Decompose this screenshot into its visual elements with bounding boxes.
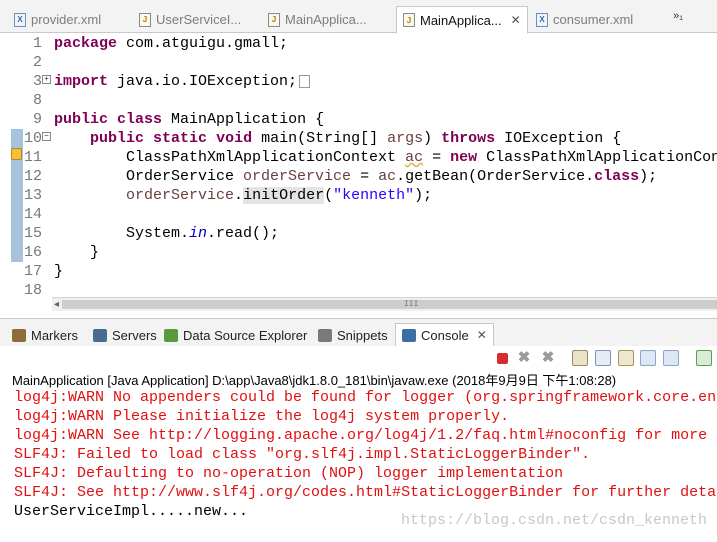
view-tab-label: Markers bbox=[31, 327, 78, 343]
console-error-line: log4j:WARN No appenders could be found f… bbox=[14, 389, 717, 406]
view-tab-servers[interactable]: Servers bbox=[93, 323, 157, 347]
line-number: 3 bbox=[32, 73, 42, 90]
console-error-line: SLF4J: Failed to load class "org.slf4j.i… bbox=[14, 446, 591, 463]
line-number: 17 bbox=[23, 263, 42, 280]
java-file-icon: J bbox=[139, 12, 151, 27]
xml-file-icon: X bbox=[536, 12, 548, 27]
editor-tab-label: provider.xml bbox=[31, 12, 102, 27]
editor-tab[interactable]: J UserServiceI... bbox=[133, 6, 257, 33]
close-tab-icon[interactable]: ✕ bbox=[511, 13, 521, 27]
editor-horizontal-scrollbar[interactable]: ◂ III bbox=[52, 297, 717, 311]
editor-tab-label: MainApplica... bbox=[420, 12, 502, 28]
clear-console-icon[interactable] bbox=[572, 350, 588, 366]
word-wrap-icon[interactable] bbox=[618, 350, 634, 366]
terminate-icon[interactable] bbox=[497, 353, 508, 364]
line-number: 13 bbox=[23, 187, 42, 204]
tab-overflow-icon[interactable]: »₁ bbox=[673, 10, 683, 22]
java-file-icon: J bbox=[268, 12, 280, 27]
java-file-icon: J bbox=[403, 13, 415, 27]
data-source-icon bbox=[164, 328, 178, 342]
view-tab-markers[interactable]: Markers bbox=[12, 323, 78, 347]
show-console-on-stderr-icon[interactable] bbox=[663, 350, 679, 366]
view-tab-label: Servers bbox=[112, 327, 157, 343]
line-number: 18 bbox=[23, 282, 42, 297]
snippets-icon bbox=[318, 328, 332, 342]
code-line[interactable]: } bbox=[54, 262, 63, 281]
code-line[interactable]: ClassPathXmlApplicationContext ac = new … bbox=[54, 148, 717, 167]
remove-all-launches-icon[interactable]: ✖ bbox=[540, 350, 556, 366]
editor-tab-label: consumer.xml bbox=[553, 12, 634, 27]
console-process-title: MainApplication [Java Application] D:\ap… bbox=[12, 373, 617, 388]
line-number: 14 bbox=[23, 206, 42, 223]
xml-file-icon: X bbox=[14, 12, 26, 27]
editor-tab-label: MainApplica... bbox=[285, 12, 367, 27]
servers-icon bbox=[93, 328, 107, 342]
console-error-line: SLF4J: See http://www.slf4j.org/codes.ht… bbox=[14, 484, 717, 501]
view-tab-console[interactable]: Console ✕ bbox=[395, 323, 494, 347]
markers-icon bbox=[12, 328, 26, 342]
close-view-icon[interactable]: ✕ bbox=[477, 328, 487, 342]
console-error-line: SLF4J: Defaulting to no-operation (NOP) … bbox=[14, 465, 564, 482]
code-line[interactable]: System.in.read(); bbox=[54, 224, 279, 243]
show-console-on-stdout-icon[interactable] bbox=[640, 350, 656, 366]
view-tab-label: Data Source Explorer bbox=[183, 327, 308, 343]
code-line[interactable]: public class MainApplication { bbox=[54, 110, 324, 129]
scroll-left-arrow-icon[interactable]: ◂ bbox=[54, 298, 59, 311]
view-tab-bar: Markers Servers Data Source Explorer Snippe… bbox=[0, 318, 717, 347]
view-tab-label: Snippets bbox=[337, 327, 388, 343]
code-line[interactable]: orderService.initOrder("kenneth"); bbox=[54, 186, 432, 205]
code-line[interactable]: public static void main(String[] args) t… bbox=[54, 129, 621, 148]
editor-tab-label: UserServiceI... bbox=[156, 12, 242, 27]
console-toolbar: ✖ ✖ bbox=[0, 346, 717, 370]
view-tab-data-source-explorer[interactable]: Data Source Explorer bbox=[164, 323, 307, 347]
fold-expand-icon[interactable]: + bbox=[42, 75, 51, 84]
line-number: 1 bbox=[32, 35, 42, 52]
line-number: 2 bbox=[32, 54, 42, 71]
editor-tab[interactable]: J MainApplica... bbox=[262, 6, 390, 33]
console-icon bbox=[402, 328, 416, 342]
line-number: 8 bbox=[32, 92, 42, 109]
console-error-line: log4j:WARN Please initialize the log4j s… bbox=[14, 408, 510, 425]
line-number: 15 bbox=[23, 225, 42, 242]
console-output[interactable]: log4j:WARN No appenders could be found f… bbox=[14, 388, 717, 521]
open-console-icon[interactable] bbox=[696, 350, 712, 366]
editor-tab[interactable]: Xprovider.xml bbox=[8, 6, 128, 33]
view-tab-snippets[interactable]: Snippets bbox=[318, 323, 388, 347]
scrollbar-thumb[interactable]: III bbox=[62, 300, 717, 309]
code-line[interactable]: } bbox=[54, 243, 99, 262]
code-line[interactable]: OrderService orderService = ac.getBean(O… bbox=[54, 167, 657, 186]
editor-tab-bar: Xprovider.xml J UserServiceI... J MainApplic… bbox=[0, 0, 717, 34]
view-tab-label: Console bbox=[421, 327, 469, 343]
remove-launch-icon[interactable]: ✖ bbox=[516, 350, 532, 366]
scrollbar-grip: III bbox=[404, 300, 419, 309]
editor-tab[interactable]: J MainApplica... ✕ bbox=[396, 6, 528, 34]
editor-tab[interactable]: Xconsumer.xml bbox=[530, 6, 650, 33]
console-error-line: log4j:WARN See http://logging.apache.org… bbox=[14, 427, 708, 444]
line-number: 10 bbox=[23, 130, 42, 147]
line-number: 12 bbox=[23, 168, 42, 185]
code-line[interactable]: package com.atguigu.gmall; bbox=[54, 34, 288, 53]
watermark-text: https://blog.csdn.net/csdn_kenneth bbox=[400, 512, 707, 529]
line-number: 16 bbox=[23, 244, 42, 261]
fold-collapse-icon[interactable]: − bbox=[42, 132, 51, 141]
line-number: 9 bbox=[32, 111, 42, 128]
line-number: 11 bbox=[23, 149, 42, 166]
code-editor[interactable]: + − 1 package com.atguigu.gmall; 2 3 import … bbox=[0, 33, 717, 297]
scroll-lock-icon[interactable] bbox=[595, 350, 611, 366]
code-line[interactable]: import java.io.IOException; bbox=[54, 72, 311, 91]
